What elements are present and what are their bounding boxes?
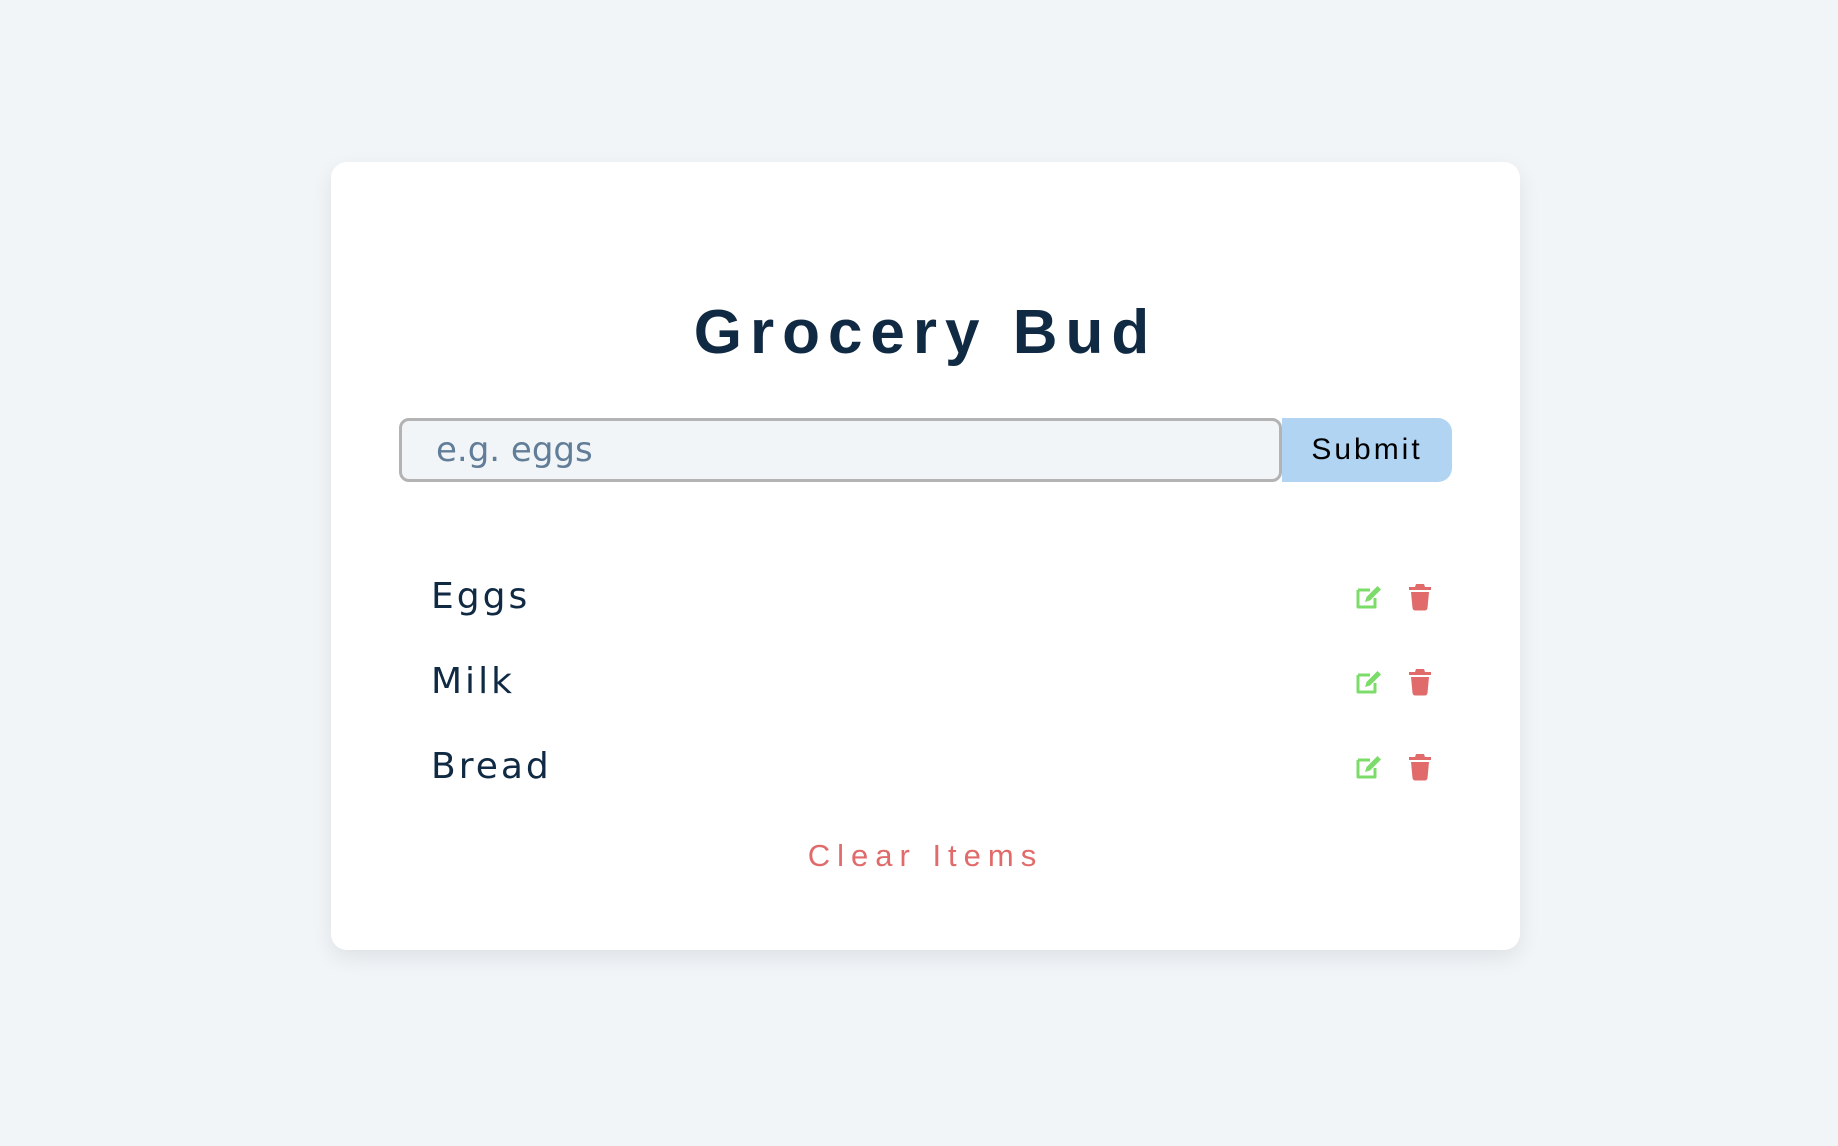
grocery-form: Submit [399, 418, 1452, 482]
trash-icon[interactable] [1405, 667, 1435, 697]
item-actions [1354, 667, 1435, 697]
edit-icon[interactable] [1354, 752, 1384, 782]
clear-items-button[interactable]: Clear Items [331, 840, 1520, 871]
item-actions [1354, 582, 1435, 612]
item-name: Milk [431, 660, 515, 702]
grocery-input[interactable] [399, 418, 1282, 482]
edit-icon[interactable] [1354, 582, 1384, 612]
page-title: Grocery Bud [693, 298, 1158, 367]
item-name: Bread [431, 745, 552, 787]
submit-button[interactable]: Submit [1282, 418, 1452, 482]
list-item: Milk [431, 639, 1431, 724]
trash-icon[interactable] [1405, 752, 1435, 782]
item-name: Eggs [431, 575, 531, 617]
trash-icon[interactable] [1405, 582, 1435, 612]
item-actions [1354, 752, 1435, 782]
grocery-card: Grocery Bud Submit Eggs [331, 162, 1520, 950]
edit-icon[interactable] [1354, 667, 1384, 697]
grocery-list: Eggs Milk Bread [431, 554, 1431, 809]
list-item: Eggs [431, 554, 1431, 639]
list-item: Bread [431, 724, 1431, 809]
